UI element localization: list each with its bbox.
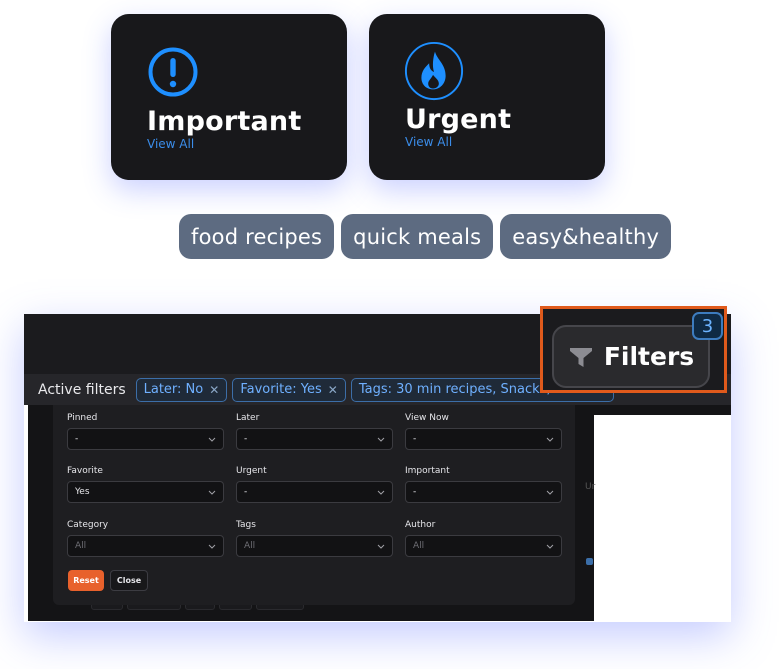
select-value: All	[75, 541, 87, 551]
author-field: Author All	[405, 520, 562, 557]
view-now-select[interactable]: -	[405, 428, 562, 450]
important-field: Important -	[405, 466, 562, 503]
active-filters-label: Active filters	[38, 381, 126, 398]
urgent-field: Urgent -	[236, 466, 393, 503]
chevron-down-icon	[208, 544, 216, 549]
column-fragment: Ur	[585, 482, 596, 492]
chevron-down-icon	[546, 437, 554, 442]
chip-label: Favorite: Yes	[240, 382, 322, 397]
content-strip	[594, 405, 731, 415]
card-title: Urgent	[405, 104, 512, 135]
field-label: Author	[405, 520, 436, 530]
funnel-icon	[569, 347, 592, 367]
chip-label: Later: No	[143, 382, 204, 397]
field-label: View Now	[405, 413, 449, 423]
select-value: -	[413, 434, 417, 444]
urgent-select[interactable]: -	[236, 481, 393, 503]
field-label: Pinned	[67, 413, 98, 423]
filter-panel: Pinned - Later - View Now - Favorite Yes	[53, 405, 575, 605]
select-value: -	[244, 434, 248, 444]
tag-list: food recipes quick meals easy&healthy	[179, 214, 672, 259]
select-value: All	[413, 541, 425, 551]
chevron-down-icon	[546, 490, 554, 495]
field-label: Favorite	[67, 466, 103, 476]
select-value: -	[75, 434, 79, 444]
tags-select[interactable]: All	[236, 535, 393, 557]
later-field: Later -	[236, 413, 393, 450]
chevron-down-icon	[377, 544, 385, 549]
field-label: Category	[67, 520, 109, 530]
checkbox-fragment	[586, 558, 593, 565]
filters-button[interactable]: Filters	[552, 325, 710, 388]
view-all-link[interactable]: View All	[405, 136, 569, 148]
pinned-field: Pinned -	[67, 413, 224, 450]
filter-chip-favorite[interactable]: Favorite: Yes ✕	[232, 377, 346, 402]
category-select[interactable]: All	[67, 535, 224, 557]
author-select[interactable]: All	[405, 535, 562, 557]
flame-icon	[404, 41, 464, 101]
tag-chip[interactable]: easy&healthy	[500, 214, 672, 259]
view-all-link[interactable]: View All	[147, 138, 311, 150]
chevron-down-icon	[377, 490, 385, 495]
field-label: Important	[405, 466, 450, 476]
close-icon[interactable]: ✕	[328, 383, 338, 397]
important-card[interactable]: Important View All	[111, 14, 347, 180]
exclamation-circle-icon	[148, 47, 198, 97]
chevron-down-icon	[208, 437, 216, 442]
favorite-select[interactable]: Yes	[67, 481, 224, 503]
urgent-card[interactable]: Urgent View All	[369, 14, 605, 180]
close-icon[interactable]: ✕	[209, 383, 219, 397]
later-select[interactable]: -	[236, 428, 393, 450]
close-button[interactable]: Close	[110, 570, 148, 591]
view-now-field: View Now -	[405, 413, 562, 450]
important-select[interactable]: -	[405, 481, 562, 503]
tags-field: Tags All	[236, 520, 393, 557]
tag-chip[interactable]: quick meals	[341, 214, 494, 259]
favorite-field: Favorite Yes	[67, 466, 224, 503]
tag-chip[interactable]: food recipes	[179, 214, 335, 259]
select-value: All	[244, 541, 256, 551]
select-value: -	[244, 487, 248, 497]
field-label: Urgent	[236, 466, 267, 476]
filters-highlight: Filters 3	[540, 306, 727, 393]
reset-button[interactable]: Reset	[68, 570, 104, 591]
field-label: Tags	[236, 520, 256, 530]
select-value: -	[413, 487, 417, 497]
pinned-select[interactable]: -	[67, 428, 224, 450]
field-label: Later	[236, 413, 260, 423]
chevron-down-icon	[546, 544, 554, 549]
filters-label: Filters	[603, 342, 695, 371]
select-value: Yes	[75, 487, 90, 497]
chevron-down-icon	[208, 490, 216, 495]
category-field: Category All	[67, 520, 224, 557]
filter-count-badge: 3	[692, 312, 723, 340]
card-title: Important	[147, 106, 302, 137]
filter-chip-later[interactable]: Later: No ✕	[135, 377, 228, 402]
chevron-down-icon	[377, 437, 385, 442]
